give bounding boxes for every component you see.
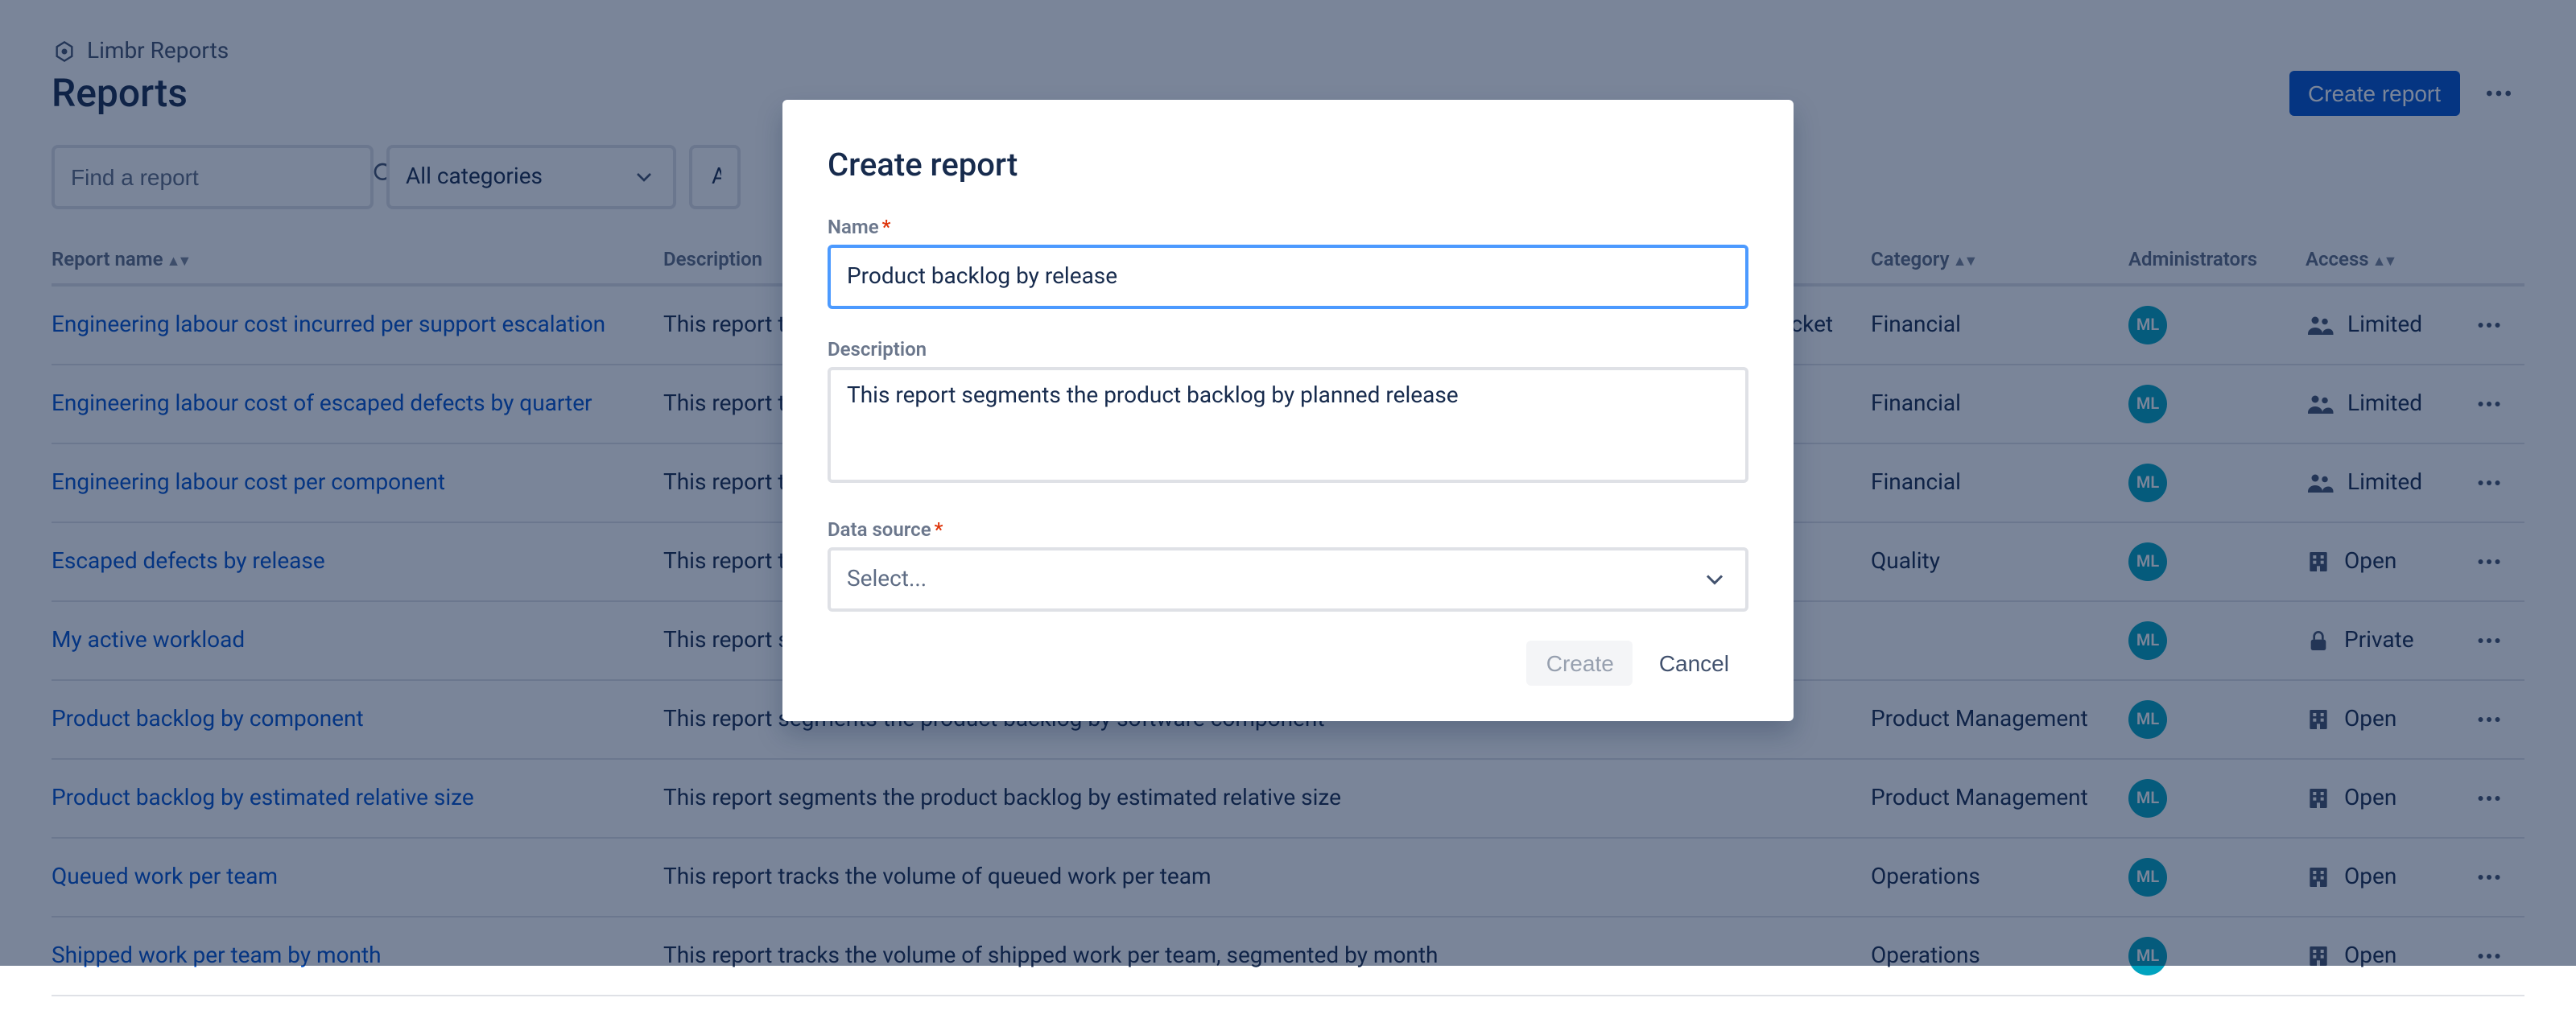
name-field-label: Name* (828, 216, 1748, 238)
modal-create-button[interactable]: Create (1527, 641, 1633, 686)
modal-cancel-button[interactable]: Cancel (1640, 641, 1748, 686)
datasource-select[interactable]: Select... (828, 547, 1748, 612)
description-field-label: Description (828, 338, 1748, 361)
datasource-field-label: Data source* (828, 518, 1748, 541)
create-report-modal: Create report Name* Description Data sou… (782, 100, 1794, 721)
chevron-down-icon (1700, 565, 1729, 594)
description-input[interactable] (828, 367, 1748, 483)
modal-overlay: Create report Name* Description Data sou… (0, 0, 2576, 966)
modal-title: Create report (828, 145, 1748, 183)
name-input[interactable] (828, 245, 1748, 309)
